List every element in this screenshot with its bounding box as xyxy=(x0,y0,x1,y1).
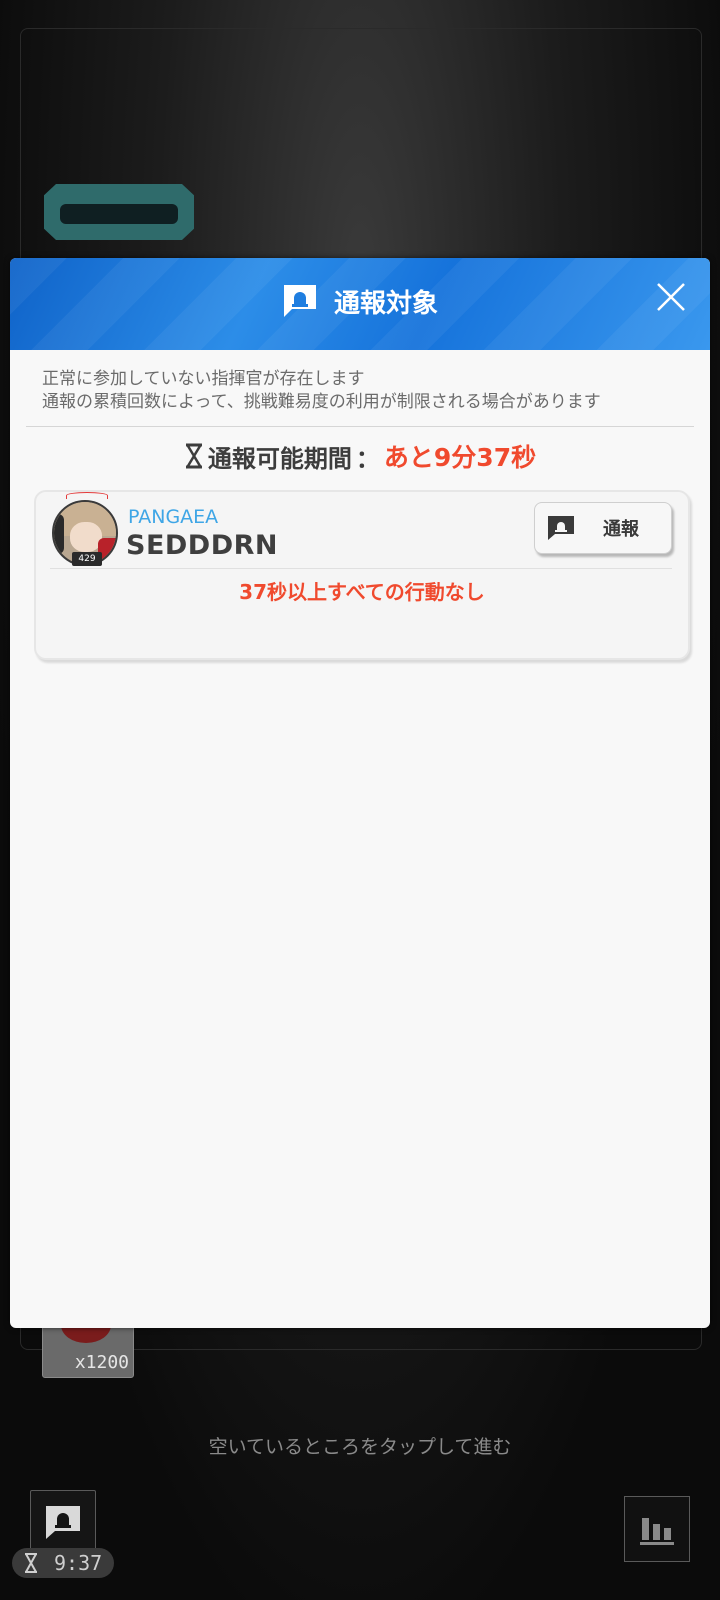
report-bell-icon xyxy=(283,285,316,317)
avatar-halo xyxy=(66,492,108,499)
report-period: 通報可能期間 ： あと9分37秒 xyxy=(10,436,710,476)
report-bell-icon xyxy=(46,1506,80,1539)
player-level: 429 xyxy=(72,552,102,566)
report-button[interactable]: 通報 xyxy=(534,502,672,554)
description-line: 通報の累積回数によって、挑戦難易度の利用が制限される場合があります xyxy=(42,392,601,412)
divider xyxy=(26,426,694,427)
modal-title: 通報対象 xyxy=(333,288,438,319)
report-timer-text: 9:37 xyxy=(54,1551,103,1575)
close-icon xyxy=(657,283,685,311)
hourglass-icon xyxy=(185,443,202,469)
report-timer-badge: 9:37 xyxy=(12,1548,114,1578)
stats-button[interactable] xyxy=(624,1496,690,1562)
player-card: 429 PANGAEA SEDDDRN 通報 37秒以上すべての行動なし xyxy=(34,490,690,660)
tap-to-continue-hint: 空いているところをタップして進む xyxy=(208,1436,512,1458)
report-period-remaining: あと9分37秒 xyxy=(383,443,537,472)
report-button-label: 通報 xyxy=(603,519,639,540)
report-bell-icon xyxy=(548,516,574,540)
close-button[interactable] xyxy=(654,280,688,314)
divider xyxy=(50,568,672,569)
report-target-modal: 通報対象 正常に参加していない指揮官が存在します 通報の累積回数によって、挑戦難… xyxy=(10,258,710,1328)
report-period-label: 通報可能期間 xyxy=(207,444,352,473)
report-period-separator: ： xyxy=(355,444,380,473)
corner-report-button[interactable] xyxy=(30,1490,96,1554)
report-reason: 37秒以上すべての行動なし xyxy=(239,580,485,604)
modal-title-group: 通報対象 xyxy=(10,280,710,322)
hourglass-icon xyxy=(25,1553,37,1573)
bar-chart-icon xyxy=(640,1518,674,1545)
description-line: 正常に参加していない指揮官が存在します xyxy=(42,369,365,389)
player-name: SEDDDRN xyxy=(126,530,279,561)
reward-item-quantity: x1200 xyxy=(74,1352,129,1373)
modal-description: 正常に参加していない指揮官が存在します 通報の累積回数によって、挑戦難易度の利用… xyxy=(42,368,692,414)
player-guild: PANGAEA xyxy=(128,506,219,528)
background-teal-badge-inner xyxy=(60,204,178,224)
